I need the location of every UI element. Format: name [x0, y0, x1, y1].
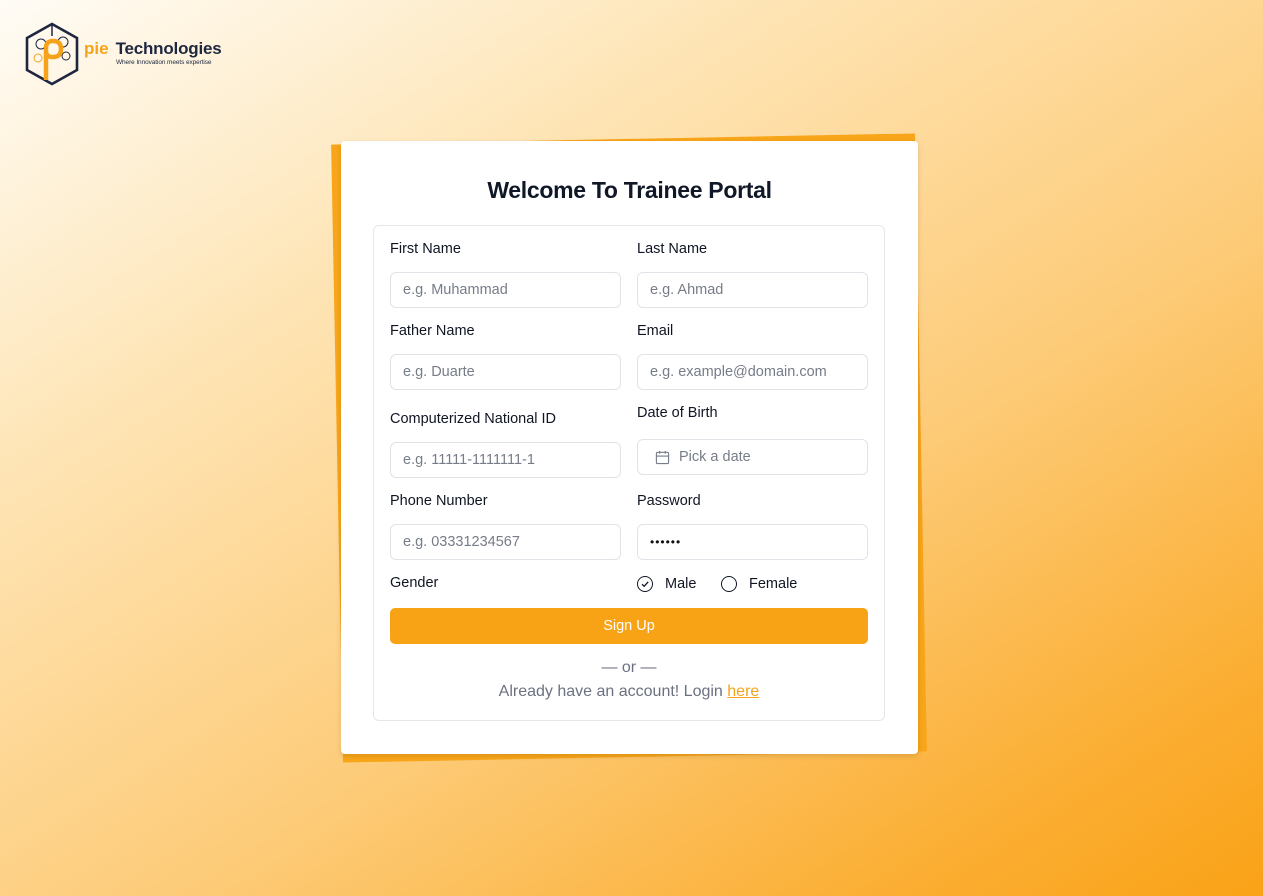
email-label: Email: [637, 323, 674, 339]
check-icon: [641, 581, 649, 588]
pie-logo-icon: [25, 22, 79, 86]
cnic-label: Computerized National ID: [390, 411, 557, 427]
gender-label: Gender: [390, 575, 439, 591]
login-link[interactable]: here: [727, 683, 759, 700]
brand-name-accent: pie: [84, 38, 109, 58]
father-name-label: Father Name: [390, 323, 475, 339]
gender-male-label[interactable]: Male: [665, 576, 696, 592]
dob-date-picker[interactable]: Pick a date: [637, 439, 868, 475]
gender-male-radio[interactable]: [637, 576, 653, 592]
gender-female-radio[interactable]: [721, 576, 737, 592]
sign-up-button[interactable]: Sign Up: [390, 608, 868, 644]
login-prompt-text: Already have an account! Login: [498, 683, 723, 700]
phone-input[interactable]: [390, 524, 621, 560]
password-input[interactable]: [637, 524, 868, 560]
or-divider: — or —: [601, 659, 657, 676]
phone-label: Phone Number: [390, 493, 488, 509]
first-name-input[interactable]: [390, 272, 621, 308]
dob-placeholder: Pick a date: [679, 449, 751, 465]
calendar-icon: [655, 450, 670, 464]
page-title: Welcome To Trainee Portal: [487, 177, 772, 203]
signup-card: Welcome To Trainee Portal First Name Las…: [341, 141, 918, 754]
password-label: Password: [637, 493, 701, 509]
signup-form: First Name Last Name Father Name Email C…: [373, 225, 885, 721]
gender-female-label[interactable]: Female: [749, 576, 797, 592]
email-input[interactable]: [637, 354, 868, 390]
gender-male-option[interactable]: Male: [637, 576, 696, 592]
cnic-input[interactable]: [390, 442, 621, 478]
login-prompt: Already have an account! Login here: [374, 683, 884, 701]
brand-logo: pie Technologies Where Innovation meets …: [24, 22, 222, 86]
brand-tagline: Where Innovation meets expertise: [116, 58, 212, 66]
first-name-label: First Name: [390, 241, 461, 257]
dob-label: Date of Birth: [637, 405, 718, 421]
last-name-input[interactable]: [637, 272, 868, 308]
father-name-input[interactable]: [390, 354, 621, 390]
brand-name: Technologies: [115, 38, 222, 58]
last-name-label: Last Name: [637, 241, 708, 257]
gender-female-option[interactable]: Female: [721, 576, 797, 592]
